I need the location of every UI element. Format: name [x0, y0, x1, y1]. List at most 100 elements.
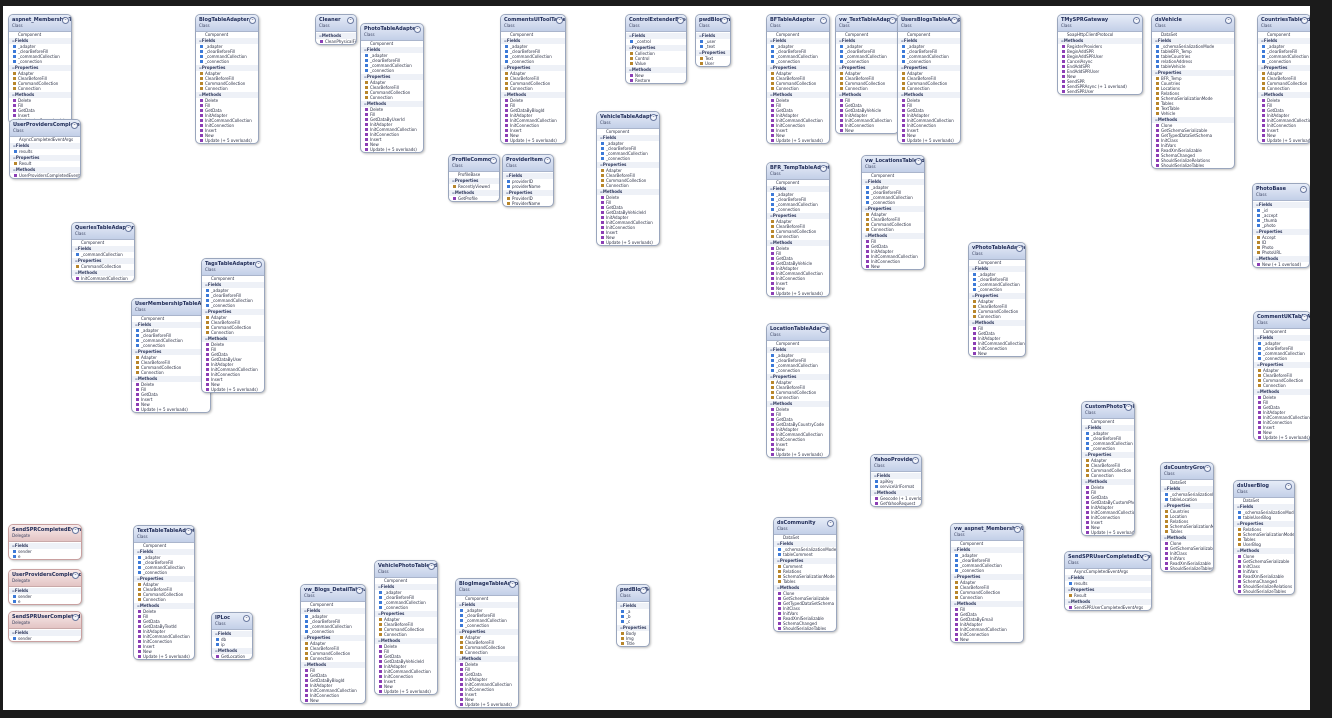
- class-box[interactable]: UserMembershipTableAdapterClass⌃Componen…: [131, 298, 211, 413]
- class-header[interactable]: TagsTableAdapter Class ⌃: [202, 259, 264, 276]
- collapse-chevron-icon[interactable]: ⌃: [951, 17, 958, 24]
- class-box[interactable]: pwdBlogEntryClass⌃Fields_user_textProper…: [695, 14, 731, 67]
- class-box[interactable]: CommentUKTableAdapterClass⌃ComponentFiel…: [1253, 311, 1310, 441]
- collapse-chevron-icon[interactable]: ⌃: [827, 520, 834, 527]
- collapse-chevron-icon[interactable]: ⌃: [1300, 186, 1307, 193]
- collapse-chevron-icon[interactable]: ⌃: [72, 572, 79, 579]
- collapse-chevron-icon[interactable]: ⌃: [1301, 314, 1308, 321]
- collapse-chevron-icon[interactable]: ⌃: [912, 457, 919, 464]
- collapse-chevron-icon[interactable]: ⌃: [1142, 554, 1149, 561]
- collapse-chevron-icon[interactable]: ⌃: [414, 26, 421, 33]
- class-header[interactable]: vPhotoTableAdapter Class ⌃: [969, 243, 1025, 260]
- collapse-chevron-icon[interactable]: ⌃: [62, 17, 69, 24]
- class-box[interactable]: BFTableAdapterClass⌃ComponentFields_adap…: [766, 14, 830, 144]
- class-box[interactable]: TagsTableAdapterClass⌃ComponentFields_ad…: [201, 258, 265, 393]
- collapse-chevron-icon[interactable]: ⌃: [347, 17, 354, 24]
- class-box[interactable]: BFR_TempTableAdapterClass⌃ComponentField…: [766, 162, 830, 297]
- class-box[interactable]: UserProvidersCompletedEventArgs Class ⌃ Asy…: [9, 119, 81, 179]
- class-header[interactable]: Cleaner Class ⌃: [316, 15, 356, 32]
- class-header[interactable]: pwdBlogEntryClass⌃: [696, 15, 730, 32]
- class-header[interactable]: vw_Blogs_DetailTableAdapterClass⌃: [301, 585, 365, 602]
- class-header[interactable]: vw_aspnet_MembershipUsersTableAdapterCla…: [951, 524, 1023, 541]
- class-box[interactable]: dsUserBlogClass⌃DataSetFields_schemaSeri…: [1233, 480, 1295, 595]
- class-box[interactable]: dsCountryGroupClass⌃DataSetFields_schema…: [1160, 462, 1214, 572]
- class-header[interactable]: BlogImageTableAdapterClass⌃: [456, 579, 518, 596]
- collapse-chevron-icon[interactable]: ⌃: [721, 17, 728, 24]
- collapse-chevron-icon[interactable]: ⌃: [640, 587, 647, 594]
- collapse-chevron-icon[interactable]: ⌃: [72, 614, 79, 621]
- collapse-chevron-icon[interactable]: ⌃: [677, 17, 684, 24]
- class-box[interactable]: vPhotoTableAdapterClass⌃ComponentFields_…: [968, 242, 1026, 357]
- collapse-chevron-icon[interactable]: ⌃: [820, 165, 827, 172]
- class-box[interactable]: BlogImageTableAdapterClass⌃ComponentFiel…: [455, 578, 519, 708]
- collapse-chevron-icon[interactable]: ⌃: [72, 527, 79, 534]
- class-header[interactable]: UsersBlogsTableAdapterClass⌃: [898, 15, 960, 32]
- class-box[interactable]: pwdBlogBodyClass⌃Fields_a_b_cPropertiesB…: [616, 584, 650, 647]
- class-box[interactable]: vw_aspnet_MembershipUsersTableAdapterCla…: [950, 523, 1024, 643]
- class-header[interactable]: PhotoBase Class ⌃: [1253, 184, 1309, 201]
- collapse-chevron-icon[interactable]: ⌃: [1014, 526, 1021, 533]
- class-box[interactable]: UserProvidersCompletedEventHandlerDelega…: [8, 569, 82, 605]
- collapse-chevron-icon[interactable]: ⌃: [243, 615, 250, 622]
- class-header[interactable]: BFTableAdapter Class ⌃: [767, 15, 829, 32]
- collapse-chevron-icon[interactable]: ⌃: [820, 17, 827, 24]
- class-box[interactable]: QueriesTableAdapterClass⌃ComponentFields…: [71, 222, 135, 282]
- class-box[interactable]: CleanerClass⌃MethodsCleanPhysicalFiles: [315, 14, 357, 45]
- collapse-chevron-icon[interactable]: ⌃: [490, 157, 497, 164]
- class-header[interactable]: YahooProvider Class ⌃: [871, 455, 921, 472]
- class-box[interactable]: TextTableTableAdapterClass⌃ComponentFiel…: [133, 525, 195, 660]
- class-box[interactable]: vw_LocationsTableAdapterClass⌃ComponentF…: [861, 155, 925, 270]
- class-header[interactable]: SendSPRUserCompletedEventHandlerDelegate…: [9, 612, 81, 629]
- class-box[interactable]: VehicleTableAdapterClass⌃ComponentFields…: [596, 111, 660, 246]
- collapse-chevron-icon[interactable]: ⌃: [249, 17, 256, 24]
- class-header[interactable]: CommentsUIToolTableAdapterClass⌃: [501, 15, 565, 32]
- class-header[interactable]: dsUserBlog Class ⌃: [1234, 481, 1294, 498]
- class-box[interactable]: dsVehicleClass⌃DataSetFields_schemaSeria…: [1151, 14, 1235, 169]
- class-box[interactable]: vw_TextTableAdapterClass⌃ComponentFields…: [835, 14, 899, 134]
- class-header[interactable]: CommentUKTableAdapterClass⌃: [1254, 312, 1310, 329]
- collapse-chevron-icon[interactable]: ⌃: [1285, 483, 1292, 490]
- collapse-chevron-icon[interactable]: ⌃: [509, 581, 516, 588]
- collapse-chevron-icon[interactable]: ⌃: [544, 157, 551, 164]
- class-box[interactable]: CustomPhotoTableAdapterClass⌃ComponentFi…: [1081, 401, 1135, 536]
- class-box[interactable]: aspnet_MembershipTableAdapterClass⌃Compo…: [8, 14, 72, 124]
- class-box[interactable]: PhotoTableAdapterClass⌃ComponentFields_a…: [360, 23, 424, 153]
- class-box[interactable]: SendSPRUserCompletedEventArgsClass⌃Async…: [1064, 551, 1152, 611]
- class-header[interactable]: dsCommunity Class ⌃: [774, 518, 836, 535]
- class-header[interactable]: ProviderItem Class ⌃: [503, 155, 553, 172]
- class-header[interactable]: VehiclePhotoTableAdapterClass⌃: [375, 561, 437, 578]
- class-box[interactable]: BlogTableAdapterClass⌃ComponentFields_ad…: [195, 14, 259, 144]
- class-header[interactable]: aspnet_MembershipTableAdapterClass⌃: [9, 15, 71, 32]
- collapse-chevron-icon[interactable]: ⌃: [915, 158, 922, 165]
- class-header[interactable]: SendSPRUserCompletedEventArgsClass ⌃: [1065, 552, 1151, 569]
- class-header[interactable]: VehicleTableAdapter Class ⌃: [597, 112, 659, 129]
- class-header[interactable]: TMySPRGateway Class ⌃: [1058, 15, 1142, 32]
- class-box[interactable]: dsCommunityClass⌃DataSetFields_schemaSer…: [773, 517, 837, 632]
- class-header[interactable]: pwdBlogBodyClass⌃: [617, 585, 649, 602]
- class-header[interactable]: SendSPRCompletedEventHandlerDelegate⌃: [9, 525, 81, 542]
- class-header[interactable]: CountriesTableAdapterClass⌃: [1258, 15, 1310, 32]
- class-header[interactable]: dsVehicle Class ⌃: [1152, 15, 1234, 32]
- class-box[interactable]: ProviderItemClass⌃FieldsproviderIDprovid…: [502, 154, 554, 207]
- class-box[interactable]: PhotoBaseClass⌃Fields_id_accept_thumb_ph…: [1252, 183, 1310, 268]
- class-header[interactable]: CustomPhotoTableAdapterClass⌃: [1082, 402, 1134, 419]
- class-header[interactable]: TextTableTableAdapter Class ⌃: [134, 526, 194, 543]
- class-header[interactable]: BlogTableAdapter Class ⌃: [196, 15, 258, 32]
- class-box[interactable]: CountriesTableAdapterClass⌃ComponentFiel…: [1257, 14, 1310, 144]
- class-box[interactable]: ProfileCommonClass⌃ProfileBaseProperties…: [448, 154, 500, 202]
- class-header[interactable]: ControlExtenderBase Class ⌃: [626, 15, 686, 32]
- collapse-chevron-icon[interactable]: ⌃: [125, 225, 132, 232]
- class-box[interactable]: LocationTableAdapterClass⌃ComponentField…: [766, 323, 830, 458]
- class-header[interactable]: PhotoTableAdapter Class ⌃: [361, 24, 423, 41]
- collapse-chevron-icon[interactable]: ⌃: [71, 122, 78, 129]
- class-header[interactable]: dsCountryGroup Class ⌃: [1161, 463, 1213, 480]
- collapse-chevron-icon[interactable]: ⌃: [889, 17, 896, 24]
- collapse-chevron-icon[interactable]: ⌃: [428, 563, 435, 570]
- collapse-chevron-icon[interactable]: ⌃: [356, 587, 363, 594]
- class-header[interactable]: LocationTableAdapter Class ⌃: [767, 324, 829, 341]
- collapse-chevron-icon[interactable]: ⌃: [1225, 17, 1232, 24]
- class-box[interactable]: VehiclePhotoTableAdapterClass⌃ComponentF…: [374, 560, 438, 695]
- collapse-chevron-icon[interactable]: ⌃: [1016, 245, 1023, 252]
- class-header[interactable]: ProfileCommon Class ⌃: [449, 155, 499, 172]
- collapse-chevron-icon[interactable]: ⌃: [1125, 404, 1132, 411]
